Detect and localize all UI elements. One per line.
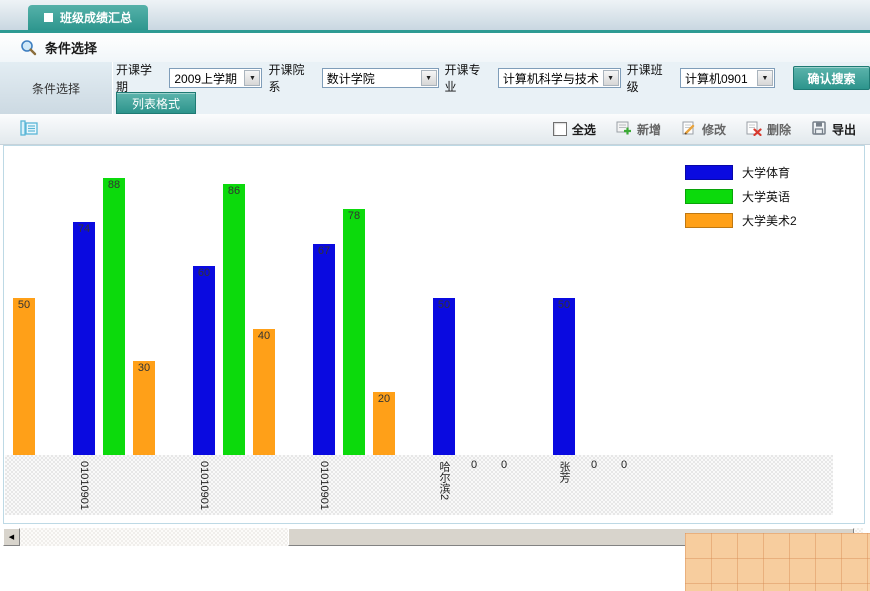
bar-value-label: 86 bbox=[223, 185, 245, 197]
bar: 30 bbox=[133, 361, 155, 455]
chart-plot: 大学体育大学英语大学美术2 74606750508886780030402000… bbox=[4, 146, 864, 523]
x-axis-band bbox=[5, 455, 833, 515]
bar-value-label: 88 bbox=[103, 179, 125, 191]
field-department-label: 开课院系 bbox=[268, 61, 315, 95]
select-all-checkbox[interactable] bbox=[553, 122, 567, 136]
chevron-down-icon[interactable]: ▼ bbox=[421, 70, 437, 86]
semester-select-value: 2009上学期 bbox=[174, 70, 237, 87]
bar-value-label: 20 bbox=[373, 393, 395, 405]
legend-label: 大学英语 bbox=[742, 188, 790, 205]
bar-value-label: 78 bbox=[343, 210, 365, 222]
filter-row: 开课学期 2009上学期 ▼ 开课院系 数计学院 ▼ 开课专业 计算机科学与技术… bbox=[116, 66, 870, 90]
bar: 50 bbox=[433, 298, 455, 455]
export-button[interactable]: 导出 bbox=[811, 120, 856, 139]
major-select[interactable]: 计算机科学与技术 ▼ bbox=[498, 68, 621, 88]
section-title: 条件选择 bbox=[45, 38, 97, 57]
legend-swatch bbox=[685, 213, 733, 228]
x-axis-category-label: 01010901 bbox=[317, 461, 331, 510]
legend-label: 大学体育 bbox=[742, 164, 790, 181]
zero-value-label: 0 bbox=[463, 459, 485, 471]
zero-value-label: 0 bbox=[493, 459, 515, 471]
toolbar-items: 全选 新增 bbox=[553, 114, 856, 144]
class-select[interactable]: 计算机0901 ▼ bbox=[680, 68, 775, 88]
department-select-value: 数计学院 bbox=[327, 70, 375, 87]
sheet-red-cross-icon bbox=[746, 120, 762, 139]
edit-label: 修改 bbox=[702, 121, 726, 138]
bar-value-label: 30 bbox=[133, 362, 155, 374]
field-class-label: 开课班级 bbox=[627, 61, 674, 95]
bar: 67 bbox=[313, 244, 335, 455]
tab-class-score-summary[interactable]: 班级成绩汇总 bbox=[28, 5, 148, 30]
legend-row: 大学英语 bbox=[685, 188, 797, 205]
x-axis-category-label: 张芳 bbox=[557, 461, 571, 483]
chevron-down-icon[interactable]: ▼ bbox=[757, 70, 773, 86]
filter-row-label: 条件选择 bbox=[0, 62, 113, 114]
bar: 60 bbox=[193, 266, 215, 455]
filter-area: 条件选择 开课学期 2009上学期 ▼ 开课院系 数计学院 ▼ 开课专业 计算机… bbox=[0, 62, 870, 115]
chart-frame: 大学体育大学英语大学美术2 74606750508886780030402000… bbox=[3, 145, 865, 524]
field-semester-label: 开课学期 bbox=[116, 61, 163, 95]
white-square-icon bbox=[44, 13, 53, 22]
toolbar: 全选 新增 bbox=[0, 114, 870, 145]
bar: 88 bbox=[103, 178, 125, 455]
top-header: 班级成绩汇总 bbox=[0, 0, 870, 33]
legend-swatch bbox=[685, 165, 733, 180]
bar-value-label: 50 bbox=[13, 299, 35, 311]
sheet-green-plus-icon bbox=[616, 120, 632, 139]
legend-label: 大学美术2 bbox=[742, 212, 797, 229]
report-printer-icon[interactable] bbox=[18, 119, 40, 143]
magnifier-search-icon bbox=[20, 39, 37, 56]
bar: 40 bbox=[253, 329, 275, 455]
legend-row: 大学体育 bbox=[685, 164, 797, 181]
chart-legend: 大学体育大学英语大学美术2 bbox=[685, 164, 797, 229]
legend-swatch bbox=[685, 189, 733, 204]
add-button[interactable]: 新增 bbox=[616, 120, 661, 139]
list-format-button[interactable]: 列表格式 bbox=[116, 92, 196, 114]
delete-label: 删除 bbox=[767, 121, 791, 138]
bar-value-label: 50 bbox=[553, 299, 575, 311]
bar-value-label: 50 bbox=[433, 299, 455, 311]
sheet-pencil-icon bbox=[681, 120, 697, 139]
section-header: 条件选择 bbox=[0, 33, 870, 63]
triangle-left-icon[interactable]: ◀ bbox=[3, 528, 20, 546]
delete-button[interactable]: 删除 bbox=[746, 120, 791, 139]
zero-value-label: 0 bbox=[613, 459, 635, 471]
bar: 20 bbox=[373, 392, 395, 455]
zero-value-label: 0 bbox=[583, 459, 605, 471]
bar: 50 bbox=[13, 298, 35, 455]
chevron-down-icon[interactable]: ▼ bbox=[603, 70, 619, 86]
bar: 50 bbox=[553, 298, 575, 455]
confirm-search-button[interactable]: 确认搜索 bbox=[793, 66, 870, 90]
export-label: 导出 bbox=[832, 121, 856, 138]
semester-select[interactable]: 2009上学期 ▼ bbox=[169, 68, 262, 88]
legend-row: 大学美术2 bbox=[685, 212, 797, 229]
class-select-value: 计算机0901 bbox=[685, 70, 748, 87]
bar: 78 bbox=[343, 209, 365, 455]
x-axis-category-label: 哈尔滨2 bbox=[437, 461, 451, 500]
tab-title: 班级成绩汇总 bbox=[60, 9, 132, 26]
major-select-value: 计算机科学与技术 bbox=[503, 70, 599, 87]
department-select[interactable]: 数计学院 ▼ bbox=[322, 68, 439, 88]
bar-value-label: 67 bbox=[313, 245, 335, 257]
add-label: 新增 bbox=[637, 121, 661, 138]
bar-value-label: 40 bbox=[253, 330, 275, 342]
bar-value-label: 60 bbox=[193, 267, 215, 279]
chevron-down-icon[interactable]: ▼ bbox=[244, 70, 260, 86]
select-all-item[interactable]: 全选 bbox=[553, 121, 596, 138]
field-major-label: 开课专业 bbox=[445, 61, 492, 95]
overlay-grid-panel bbox=[685, 533, 870, 591]
x-axis-category-label: 01010901 bbox=[197, 461, 211, 510]
edit-button[interactable]: 修改 bbox=[681, 120, 726, 139]
bar: 86 bbox=[223, 184, 245, 455]
select-all-label: 全选 bbox=[572, 121, 596, 138]
bar-value-label: 74 bbox=[73, 223, 95, 235]
x-axis-category-label: 01010901 bbox=[77, 461, 91, 510]
bar: 74 bbox=[73, 222, 95, 455]
floppy-disk-icon bbox=[811, 120, 827, 139]
